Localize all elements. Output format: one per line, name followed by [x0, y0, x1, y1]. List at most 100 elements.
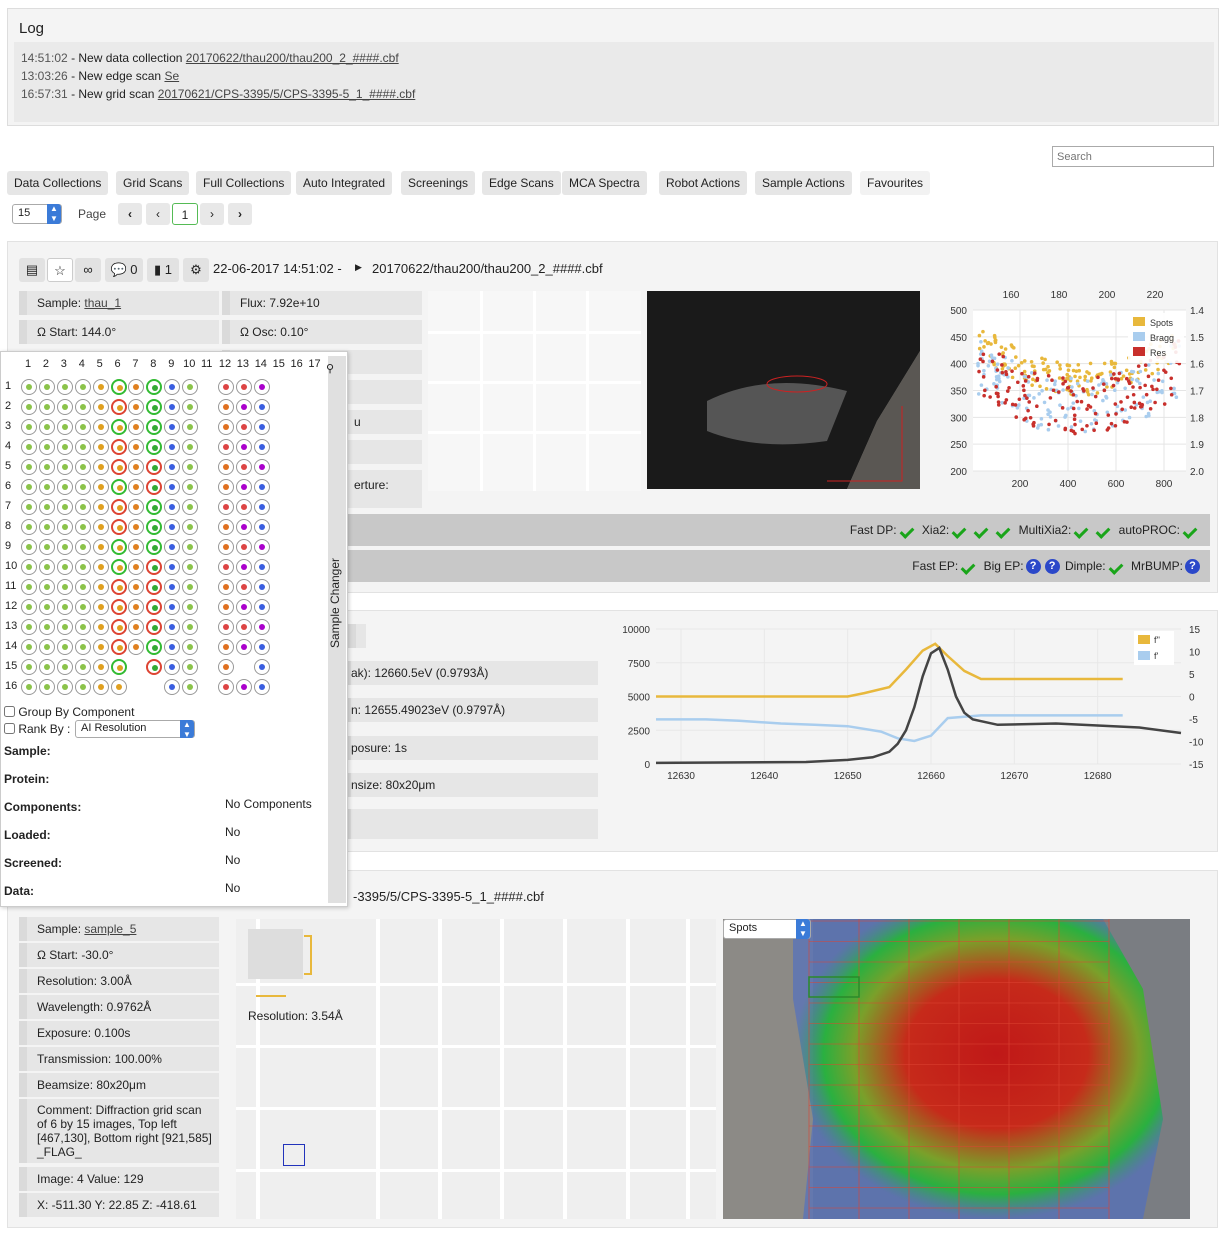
sc-well[interactable]: [164, 459, 181, 475]
sc-well[interactable]: [74, 679, 91, 695]
sc-well[interactable]: [110, 619, 127, 635]
comments-button[interactable]: 💬 0: [105, 258, 143, 282]
sc-well[interactable]: [253, 479, 270, 495]
sc-well[interactable]: [235, 679, 252, 695]
sc-well[interactable]: [110, 499, 127, 515]
tab-edge-scans[interactable]: Edge Scans: [482, 171, 561, 195]
sc-well[interactable]: [38, 679, 55, 695]
tab-full-collections[interactable]: Full Collections: [196, 171, 292, 195]
sc-well[interactable]: [74, 579, 91, 595]
sc-well[interactable]: [182, 539, 199, 555]
sc-well[interactable]: [56, 659, 73, 675]
sc-well[interactable]: [38, 659, 55, 675]
sc-well[interactable]: [38, 619, 55, 635]
sc-well[interactable]: [128, 459, 145, 475]
group-by-component[interactable]: Group By Component: [4, 705, 134, 719]
sc-well[interactable]: [92, 419, 109, 435]
sc-well[interactable]: [74, 459, 91, 475]
page-number-input[interactable]: 1: [172, 203, 198, 225]
sc-well[interactable]: [146, 619, 163, 635]
sc-well[interactable]: [21, 499, 37, 515]
sc-well[interactable]: [56, 579, 73, 595]
sc-well[interactable]: [21, 559, 37, 575]
sc-well[interactable]: [217, 439, 234, 455]
sc-well[interactable]: [92, 459, 109, 475]
sc-well[interactable]: [110, 479, 127, 495]
grid-selection-box[interactable]: [283, 1144, 305, 1166]
sc-well[interactable]: [253, 619, 270, 635]
sc-well[interactable]: [38, 479, 55, 495]
sc-well[interactable]: [217, 659, 234, 675]
sc-well[interactable]: [253, 539, 270, 555]
heatmap-metric-select[interactable]: Spots ▲ ▼: [723, 919, 811, 939]
sc-well[interactable]: [21, 419, 37, 435]
sc-well[interactable]: [128, 379, 145, 395]
pin-icon[interactable]: ⚲: [326, 362, 334, 375]
sc-well[interactable]: [217, 579, 234, 595]
sc-well[interactable]: [92, 599, 109, 615]
sc-well[interactable]: [146, 519, 163, 535]
tab-screenings[interactable]: Screenings: [401, 171, 476, 195]
sc-well[interactable]: [92, 399, 109, 415]
sc-well[interactable]: [217, 619, 234, 635]
sc-well[interactable]: [146, 639, 163, 655]
sc-well[interactable]: [21, 579, 37, 595]
sc-well[interactable]: [21, 599, 37, 615]
sc-well[interactable]: [146, 499, 163, 515]
sc-well[interactable]: [56, 619, 73, 635]
sc-well[interactable]: [253, 579, 270, 595]
sc-well[interactable]: [164, 599, 181, 615]
sc-well[interactable]: [74, 619, 91, 635]
log-entry-link[interactable]: 20170621/CPS-3395/5/CPS-3395-5_1_####.cb…: [158, 87, 416, 101]
grid-diffraction-image[interactable]: Resolution: 3.54Å: [236, 919, 716, 1219]
sc-well[interactable]: [217, 539, 234, 555]
sc-well[interactable]: [253, 499, 270, 515]
star-icon[interactable]: ☆: [47, 258, 73, 282]
sc-well[interactable]: [38, 439, 55, 455]
sc-well[interactable]: [146, 539, 163, 555]
sc-well[interactable]: [164, 639, 181, 655]
sc-well[interactable]: [56, 539, 73, 555]
link-icon[interactable]: ∞: [75, 258, 101, 282]
sample-link[interactable]: thau_1: [84, 296, 121, 310]
sc-well[interactable]: [128, 599, 145, 615]
sc-well[interactable]: [56, 379, 73, 395]
sc-well[interactable]: [235, 539, 252, 555]
sc-well[interactable]: [92, 579, 109, 595]
search-input[interactable]: [1052, 146, 1214, 167]
rank-by-checkbox[interactable]: [4, 723, 15, 734]
sc-well[interactable]: [253, 639, 270, 655]
sc-well[interactable]: [217, 419, 234, 435]
sc-well[interactable]: [110, 539, 127, 555]
tab-auto-integrated[interactable]: Auto Integrated: [296, 171, 393, 195]
sc-well[interactable]: [128, 639, 145, 655]
sc-well[interactable]: [253, 519, 270, 535]
sc-well[interactable]: [146, 459, 163, 475]
sc-well[interactable]: [38, 419, 55, 435]
sc-well[interactable]: [164, 679, 181, 695]
sc-well[interactable]: [74, 659, 91, 675]
sc-well[interactable]: [92, 479, 109, 495]
sc-well[interactable]: [128, 419, 145, 435]
sc-well[interactable]: [74, 399, 91, 415]
sc-well[interactable]: [253, 679, 270, 695]
sc-well[interactable]: [110, 439, 127, 455]
sc-well[interactable]: [146, 379, 163, 395]
sc-well[interactable]: [128, 399, 145, 415]
play-icon[interactable]: ▶: [355, 262, 362, 273]
sc-well[interactable]: [217, 639, 234, 655]
log-entry-link[interactable]: Se: [164, 69, 179, 83]
sc-well[interactable]: [235, 399, 252, 415]
sc-well[interactable]: [235, 479, 252, 495]
sc-well[interactable]: [38, 519, 55, 535]
rank-by-select[interactable]: AI Resolution ▲ ▼: [75, 720, 195, 739]
sc-well[interactable]: [217, 559, 234, 575]
sc-well[interactable]: [128, 539, 145, 555]
sc-well[interactable]: [146, 399, 163, 415]
sc-well[interactable]: [56, 639, 73, 655]
sc-well[interactable]: [92, 539, 109, 555]
crystal-snapshot[interactable]: [647, 291, 920, 489]
sc-well[interactable]: [21, 379, 37, 395]
sc-well[interactable]: [217, 599, 234, 615]
sc-well[interactable]: [21, 679, 37, 695]
